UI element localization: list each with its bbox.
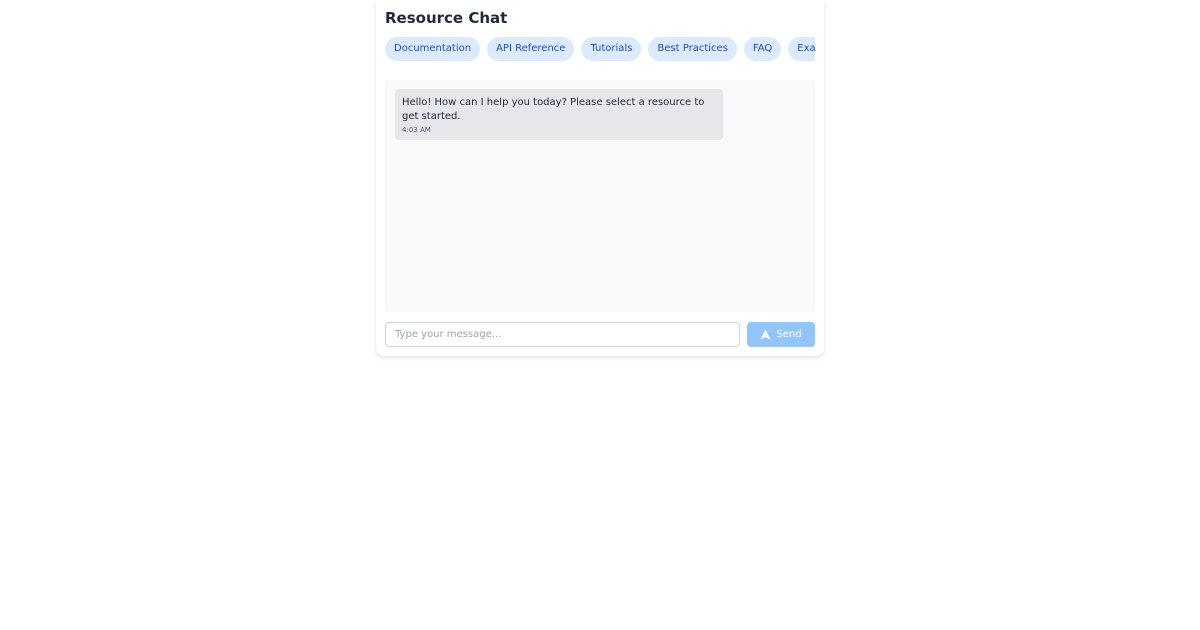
- tab-examples[interactable]: Examples: [788, 37, 815, 61]
- tab-documentation[interactable]: Documentation: [385, 37, 481, 61]
- tab-faq[interactable]: FAQ: [743, 37, 782, 61]
- send-button[interactable]: Send: [747, 322, 815, 347]
- composer: Send: [385, 322, 815, 347]
- message-timestamp: 4:03 AM: [402, 126, 431, 134]
- message-input[interactable]: [385, 322, 740, 347]
- page-title: Resource Chat: [385, 9, 508, 27]
- send-button-label: Send: [776, 329, 802, 340]
- message-list[interactable]: Hello! How can I help you today? Please …: [385, 80, 815, 312]
- send-icon: [760, 329, 771, 340]
- tab-api-reference[interactable]: API Reference: [487, 37, 575, 61]
- message-text: Hello! How can I help you today? Please …: [402, 97, 705, 122]
- tab-best-practices[interactable]: Best Practices: [648, 37, 737, 61]
- tab-tutorials[interactable]: Tutorials: [581, 37, 642, 61]
- resource-tabs: Documentation API Reference Tutorials Be…: [385, 37, 815, 61]
- chat-card: Resource Chat Documentation API Referenc…: [376, 0, 824, 356]
- message-bubble: Hello! How can I help you today? Please …: [395, 89, 723, 140]
